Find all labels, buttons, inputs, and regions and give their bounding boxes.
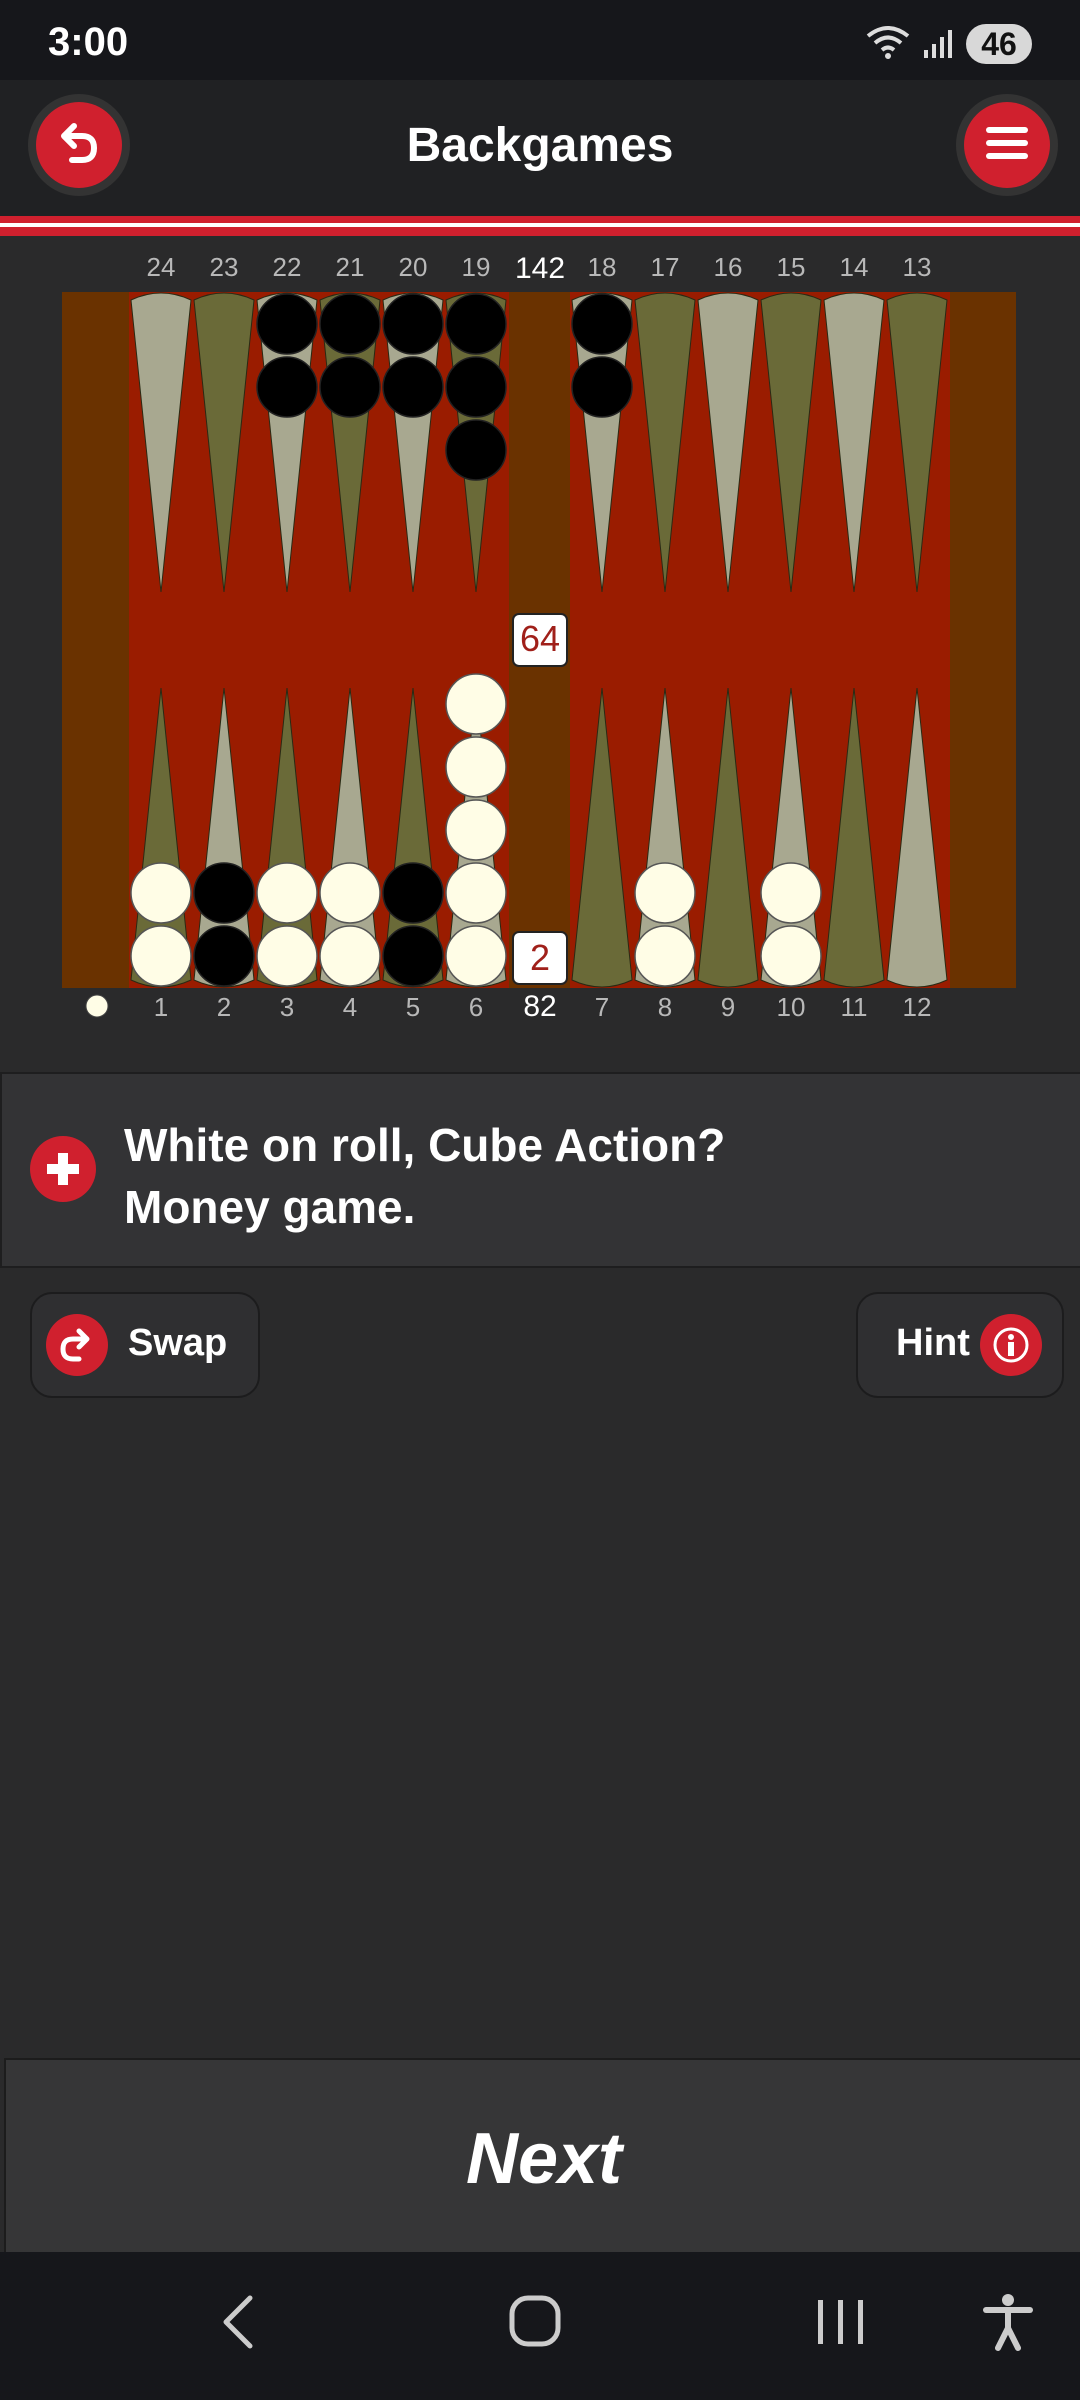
- point-label-bottom: 7: [595, 992, 609, 1022]
- next-button[interactable]: Next: [4, 2058, 1080, 2254]
- board-svg[interactable]: 2412322232142051961871781691510141113121…: [0, 236, 1080, 1072]
- black-checker[interactable]: [382, 356, 444, 418]
- redo-icon: [46, 1314, 108, 1376]
- accessibility-icon[interactable]: [980, 2292, 1036, 2357]
- pip-count-top: 142: [515, 252, 565, 285]
- doubling-cube-value-top: 64: [520, 618, 560, 659]
- point-label-top: 17: [651, 252, 680, 282]
- black-checker[interactable]: [193, 925, 255, 987]
- point-label-top: 14: [840, 252, 869, 282]
- point-label-top: 16: [714, 252, 743, 282]
- home-nav-icon[interactable]: [506, 2292, 566, 2357]
- black-checker[interactable]: [445, 419, 507, 481]
- recents-nav-icon[interactable]: [812, 2292, 872, 2357]
- black-checker[interactable]: [256, 356, 318, 418]
- white-checker[interactable]: [130, 862, 192, 924]
- signal-icon: [922, 28, 954, 65]
- point-label-top: 22: [273, 252, 302, 282]
- pip-count-bottom: 82: [523, 990, 556, 1023]
- point-label-bottom: 5: [406, 992, 420, 1022]
- black-checker[interactable]: [445, 293, 507, 355]
- point-label-bottom: 4: [343, 992, 357, 1022]
- point-label-bottom: 8: [658, 992, 672, 1022]
- question-line-2: Money game.: [124, 1181, 416, 1233]
- white-checker[interactable]: [760, 925, 822, 987]
- white-checker[interactable]: [256, 862, 318, 924]
- black-checker[interactable]: [319, 293, 381, 355]
- swap-label: Swap: [128, 1322, 228, 1364]
- backgammon-board[interactable]: 24 1 23 2 22 3 21 4 20 5 19 6 18 7 17 8 16 9 15 10 14 11 13 12 1…: [0, 236, 1080, 1072]
- header-divider: [0, 216, 1080, 236]
- point-label-top: 24: [147, 252, 176, 282]
- back-nav-icon[interactable]: [210, 2292, 266, 2357]
- plus-icon: [30, 1136, 96, 1202]
- question-text: White on roll, Cube Action? Money game.: [124, 1114, 725, 1238]
- on-roll-indicator: [85, 994, 109, 1018]
- black-checker[interactable]: [256, 293, 318, 355]
- point-label-bottom: 10: [777, 992, 806, 1022]
- question-panel: White on roll, Cube Action? Money game.: [0, 1072, 1080, 1268]
- white-checker[interactable]: [445, 862, 507, 924]
- point-label-bottom: 3: [280, 992, 294, 1022]
- white-checker[interactable]: [256, 925, 318, 987]
- black-checker[interactable]: [319, 356, 381, 418]
- black-checker[interactable]: [445, 356, 507, 418]
- point-label-top: 23: [210, 252, 239, 282]
- hint-button[interactable]: Hint: [856, 1292, 1064, 1398]
- black-checker[interactable]: [571, 356, 633, 418]
- hint-label: Hint: [896, 1322, 970, 1364]
- black-checker[interactable]: [382, 862, 444, 924]
- black-checker[interactable]: [193, 862, 255, 924]
- battery-indicator: 46: [966, 24, 1032, 64]
- point-label-bottom: 2: [217, 992, 231, 1022]
- white-checker[interactable]: [445, 736, 507, 798]
- status-bar: 3:00 46: [0, 0, 1080, 80]
- white-checker[interactable]: [760, 862, 822, 924]
- white-checker[interactable]: [634, 862, 696, 924]
- white-checker[interactable]: [445, 925, 507, 987]
- doubling-cube-value-bottom: 2: [530, 937, 550, 978]
- app-bar: Backgames: [0, 80, 1080, 216]
- hamburger-menu-icon: [984, 123, 1030, 168]
- system-nav-bar: [0, 2252, 1080, 2400]
- point-label-bottom: 11: [841, 992, 868, 1022]
- info-icon: [980, 1314, 1042, 1376]
- white-checker[interactable]: [634, 925, 696, 987]
- white-checker[interactable]: [445, 799, 507, 861]
- point-label-top: 21: [336, 252, 365, 282]
- point-label-bottom: 12: [903, 992, 932, 1022]
- white-checker[interactable]: [319, 925, 381, 987]
- next-label: Next: [465, 2119, 623, 2199]
- status-time: 3:00: [48, 20, 129, 64]
- point-label-top: 20: [399, 252, 428, 282]
- point-label-bottom: 6: [469, 992, 483, 1022]
- black-checker[interactable]: [382, 925, 444, 987]
- black-checker[interactable]: [571, 293, 633, 355]
- point-label-top: 15: [777, 252, 806, 282]
- menu-button[interactable]: [964, 102, 1050, 188]
- white-checker[interactable]: [319, 862, 381, 924]
- point-label-bottom: 1: [154, 992, 168, 1022]
- point-label-top: 18: [588, 252, 617, 282]
- wifi-icon: [866, 24, 910, 65]
- question-line-1: White on roll, Cube Action?: [124, 1119, 726, 1171]
- swap-button[interactable]: Swap: [30, 1292, 260, 1398]
- black-checker[interactable]: [382, 293, 444, 355]
- page-title: Backgames: [406, 119, 674, 172]
- white-checker[interactable]: [130, 925, 192, 987]
- point-label-top: 19: [462, 252, 491, 282]
- point-label-top: 13: [903, 252, 932, 282]
- point-label-bottom: 9: [721, 992, 735, 1022]
- white-checker[interactable]: [445, 673, 507, 735]
